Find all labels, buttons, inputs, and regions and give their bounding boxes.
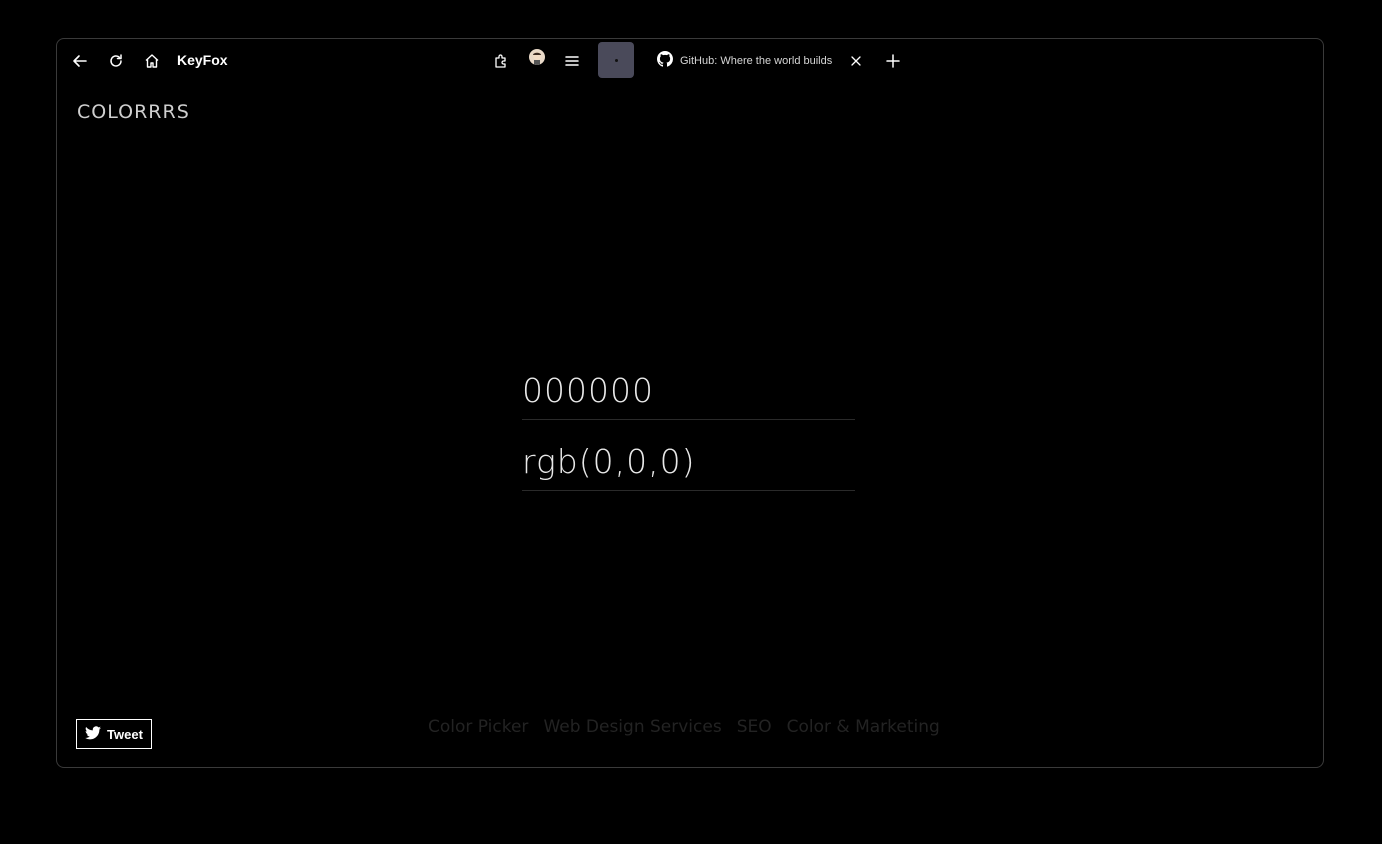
avatar[interactable] [529,49,545,65]
close-icon[interactable] [850,55,862,67]
hex-input[interactable]: 000000 [522,365,855,420]
new-tab-icon[interactable] [881,49,905,73]
tab-label: GitHub: Where the world builds [680,55,833,67]
footer-link-color-picker[interactable]: Color Picker [428,717,528,737]
reload-icon[interactable] [104,49,128,73]
rgb-input[interactable]: rgb(0,0,0) [522,436,855,491]
footer-link-seo[interactable]: SEO [737,717,772,737]
tweet-label: Tweet [107,726,143,742]
footer-links: Color Picker Web Design Services SEO Col… [428,717,940,737]
home-icon[interactable] [140,49,164,73]
twitter-icon [85,725,107,743]
browser-window: KeyFox GitHub: Where the world builds CO… [56,38,1324,768]
color-values: 000000 rgb(0,0,0) [522,365,855,491]
site-brand[interactable]: COLORRRS [77,101,190,123]
github-icon [657,50,673,72]
tab-thumbnail-dot [614,58,618,62]
app-title: KeyFox [177,52,228,68]
browser-toolbar: KeyFox GitHub: Where the world builds [57,39,1323,83]
footer-link-web-design[interactable]: Web Design Services [543,717,721,737]
tab-github[interactable]: GitHub: Where the world builds [657,50,862,72]
menu-icon[interactable] [560,49,584,73]
active-tab-thumbnail[interactable] [598,42,634,78]
back-icon[interactable] [68,49,92,73]
extensions-icon[interactable] [489,49,513,73]
tweet-button[interactable]: Tweet [76,719,152,749]
footer-link-color-marketing[interactable]: Color & Marketing [787,717,940,737]
